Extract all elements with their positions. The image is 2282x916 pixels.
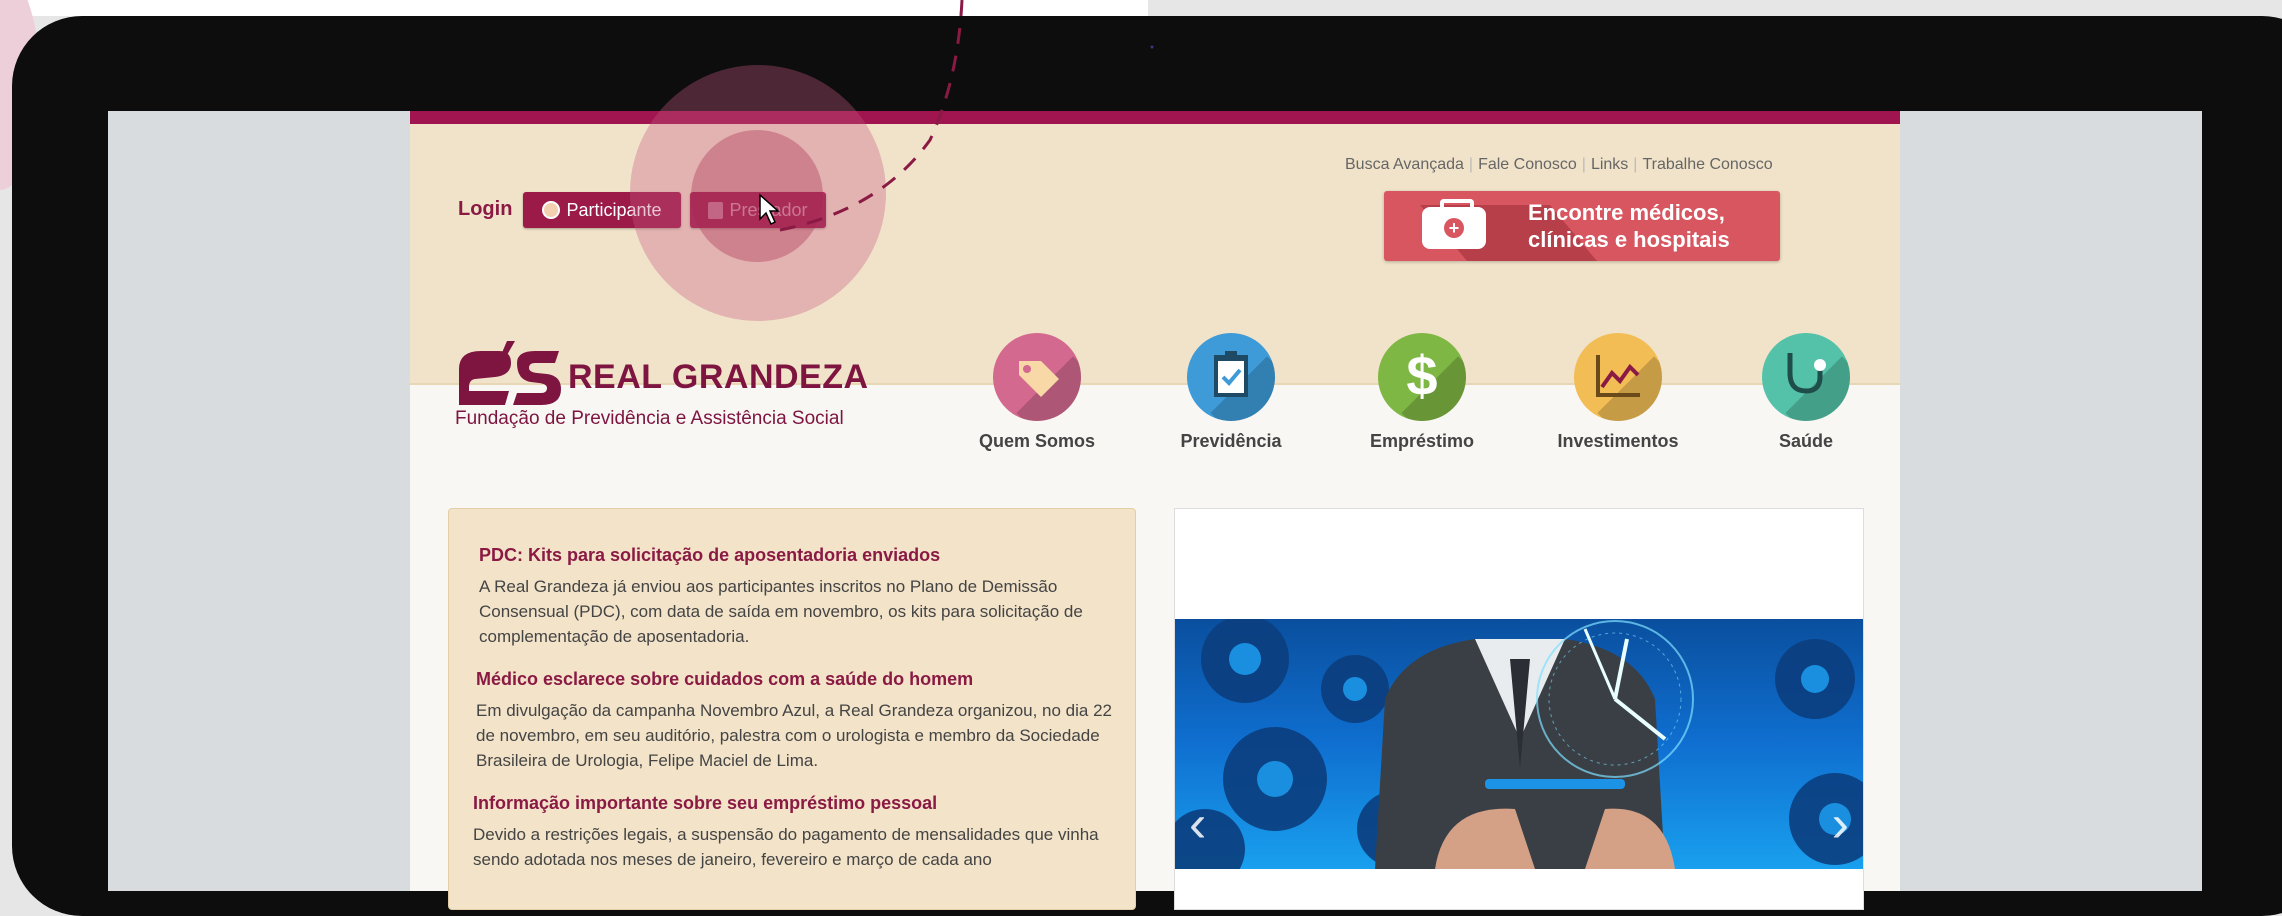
cursor-path (779, 0, 1154, 232)
mouse-pointer-icon (759, 193, 780, 226)
